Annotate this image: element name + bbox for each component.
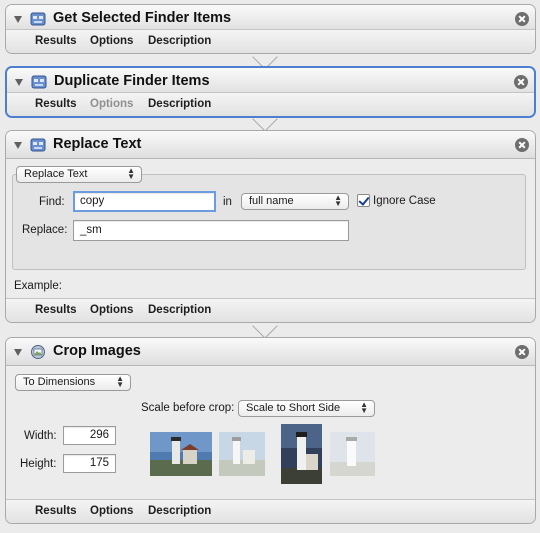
options-tab[interactable]: Options <box>90 304 133 316</box>
replace-field[interactable]: _sm <box>73 220 349 241</box>
find-label: Find: <box>39 196 65 208</box>
popup-label: Replace Text <box>24 168 88 180</box>
results-tab[interactable]: Results <box>35 304 77 316</box>
crop-preview-scaled-image <box>219 432 265 476</box>
popup-label: full name <box>249 195 294 207</box>
action-footer: Results Options Description <box>7 92 534 116</box>
ignore-case-checkbox[interactable] <box>357 194 370 207</box>
results-tab[interactable]: Results <box>35 505 77 517</box>
action-header[interactable]: Crop Images <box>6 338 535 366</box>
description-tab[interactable]: Description <box>148 505 211 517</box>
options-tab[interactable]: Options <box>90 35 133 47</box>
action-get-selected-finder-items[interactable]: Get Selected Finder Items Results Option… <box>5 4 536 54</box>
scale-select[interactable]: Scale to Short Side ▲ ▼ <box>238 400 375 417</box>
finder-action-icon <box>30 138 46 152</box>
scale-before-crop-label: Scale before crop: <box>141 402 235 414</box>
popup-arrows-icon: ▲ ▼ <box>127 166 135 181</box>
find-field[interactable]: copy <box>73 191 216 212</box>
options-tab[interactable]: Options <box>90 505 133 517</box>
action-duplicate-finder-items[interactable]: Duplicate Finder Items Results Options D… <box>5 66 536 118</box>
action-title: Replace Text <box>53 136 142 152</box>
popup-arrows-icon: ▲ ▼ <box>334 193 342 208</box>
disclosure-triangle-icon[interactable] <box>14 16 22 23</box>
crop-preview-cropped-image <box>281 424 322 484</box>
action-replace-text[interactable]: Replace Text Replace Text ▲ ▼ Find: copy … <box>5 130 536 323</box>
description-tab[interactable]: Description <box>148 98 211 110</box>
close-icon[interactable] <box>515 138 529 152</box>
finder-action-icon <box>30 12 46 26</box>
in-select[interactable]: full name ▲ ▼ <box>241 193 349 210</box>
crop-preview-original-image <box>150 432 212 476</box>
options-tab: Options <box>90 98 134 110</box>
action-footer: Results Options Description <box>6 499 535 523</box>
action-header[interactable]: Replace Text <box>6 131 535 159</box>
example-label: Example: <box>14 280 62 292</box>
popup-label: Scale to Short Side <box>246 402 341 414</box>
height-field[interactable]: 175 <box>63 454 116 473</box>
in-label: in <box>223 196 232 208</box>
action-title: Duplicate Finder Items <box>54 73 210 89</box>
description-tab[interactable]: Description <box>148 35 211 47</box>
width-label: Width: <box>24 430 57 442</box>
finder-action-icon <box>31 75 47 89</box>
close-icon[interactable] <box>514 75 528 89</box>
popup-arrows-icon: ▲ ▼ <box>116 374 124 389</box>
preview-action-icon <box>31 345 45 359</box>
action-footer: Results Options Description <box>6 29 535 53</box>
description-tab[interactable]: Description <box>148 304 211 316</box>
action-footer: Results Options Description <box>6 298 535 322</box>
disclosure-triangle-icon[interactable] <box>14 142 22 149</box>
crop-preview-result-image <box>330 432 375 476</box>
results-tab[interactable]: Results <box>35 35 77 47</box>
crop-mode-popup[interactable]: To Dimensions ▲ ▼ <box>15 374 131 391</box>
width-field[interactable]: 296 <box>63 426 116 445</box>
disclosure-triangle-icon[interactable] <box>14 349 22 356</box>
height-label: Height: <box>20 458 57 470</box>
replace-label: Replace: <box>22 224 68 236</box>
popup-label: To Dimensions <box>23 376 96 388</box>
action-title: Get Selected Finder Items <box>53 10 232 26</box>
disclosure-triangle-icon[interactable] <box>15 79 23 86</box>
close-icon[interactable] <box>515 12 529 26</box>
action-title: Crop Images <box>53 343 141 359</box>
close-icon[interactable] <box>515 345 529 359</box>
replace-mode-popup[interactable]: Replace Text ▲ ▼ <box>16 166 142 183</box>
action-crop-images[interactable]: Crop Images To Dimensions ▲ ▼ Scale befor… <box>5 337 536 524</box>
results-tab[interactable]: Results <box>35 98 77 110</box>
ignore-case-label: Ignore Case <box>373 195 436 207</box>
popup-arrows-icon: ▲ ▼ <box>360 400 368 415</box>
